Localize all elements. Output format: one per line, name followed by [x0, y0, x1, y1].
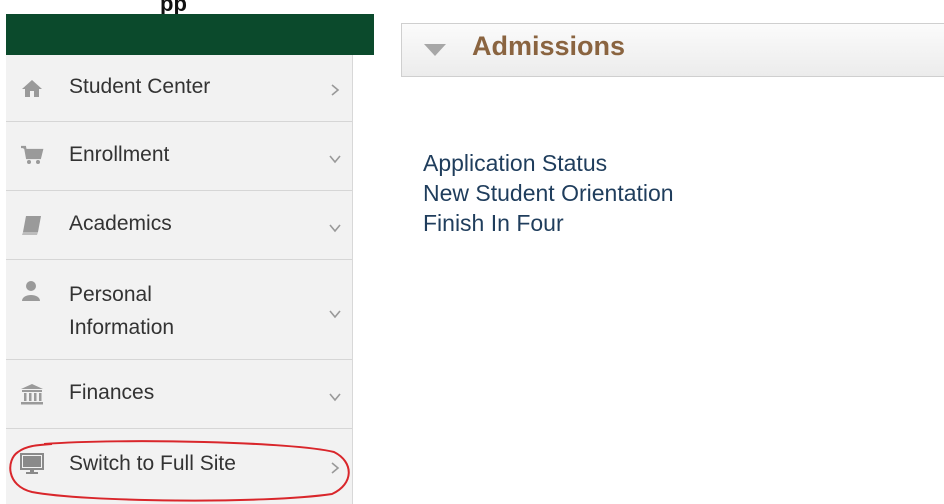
link-finish-in-four[interactable]: Finish In Four [423, 208, 674, 238]
chevron-down-icon [328, 307, 342, 321]
collapse-caret-icon[interactable] [424, 44, 446, 56]
section-title: Admissions [472, 31, 626, 61]
book-icon [20, 214, 44, 236]
sidebar-nav: Student Center Enrollment Academics Pers… [6, 55, 353, 504]
sidebar-item-label-line1: Personal [69, 283, 152, 306]
sidebar-item-personal-information[interactable]: Personal Information [6, 260, 352, 360]
cart-icon [20, 144, 44, 166]
brand-bar [6, 14, 374, 55]
chevron-down-icon [328, 152, 342, 166]
sidebar-item-label: Switch to Full Site [69, 452, 236, 475]
home-icon [20, 77, 44, 99]
bank-icon [20, 383, 44, 405]
chevron-down-icon [328, 390, 342, 404]
monitor-icon [20, 453, 44, 475]
chevron-right-icon [328, 461, 342, 475]
link-new-student-orientation[interactable]: New Student Orientation [423, 178, 674, 208]
sidebar-item-label: Finances [69, 381, 155, 404]
sidebar-item-label: Academics [69, 212, 172, 235]
sidebar-item-enrollment[interactable]: Enrollment [6, 122, 352, 191]
sidebar-item-student-center[interactable]: Student Center [6, 55, 352, 122]
section-header-admissions[interactable]: Admissions [401, 23, 944, 77]
sidebar-item-switch-to-full-site[interactable]: Switch to Full Site [6, 429, 352, 504]
sidebar-item-label: Enrollment [69, 143, 170, 166]
admissions-links: Application Status New Student Orientati… [423, 148, 674, 238]
sidebar-item-label: Student Center [69, 75, 211, 98]
sidebar-item-academics[interactable]: Academics [6, 191, 352, 260]
link-application-status[interactable]: Application Status [423, 148, 674, 178]
sidebar-item-finances[interactable]: Finances [6, 360, 352, 429]
sidebar-item-label-line2: Information [69, 316, 175, 339]
chevron-right-icon [328, 83, 342, 97]
person-icon [20, 280, 44, 302]
chevron-down-icon [328, 221, 342, 235]
top-strip: pp [0, 0, 375, 16]
